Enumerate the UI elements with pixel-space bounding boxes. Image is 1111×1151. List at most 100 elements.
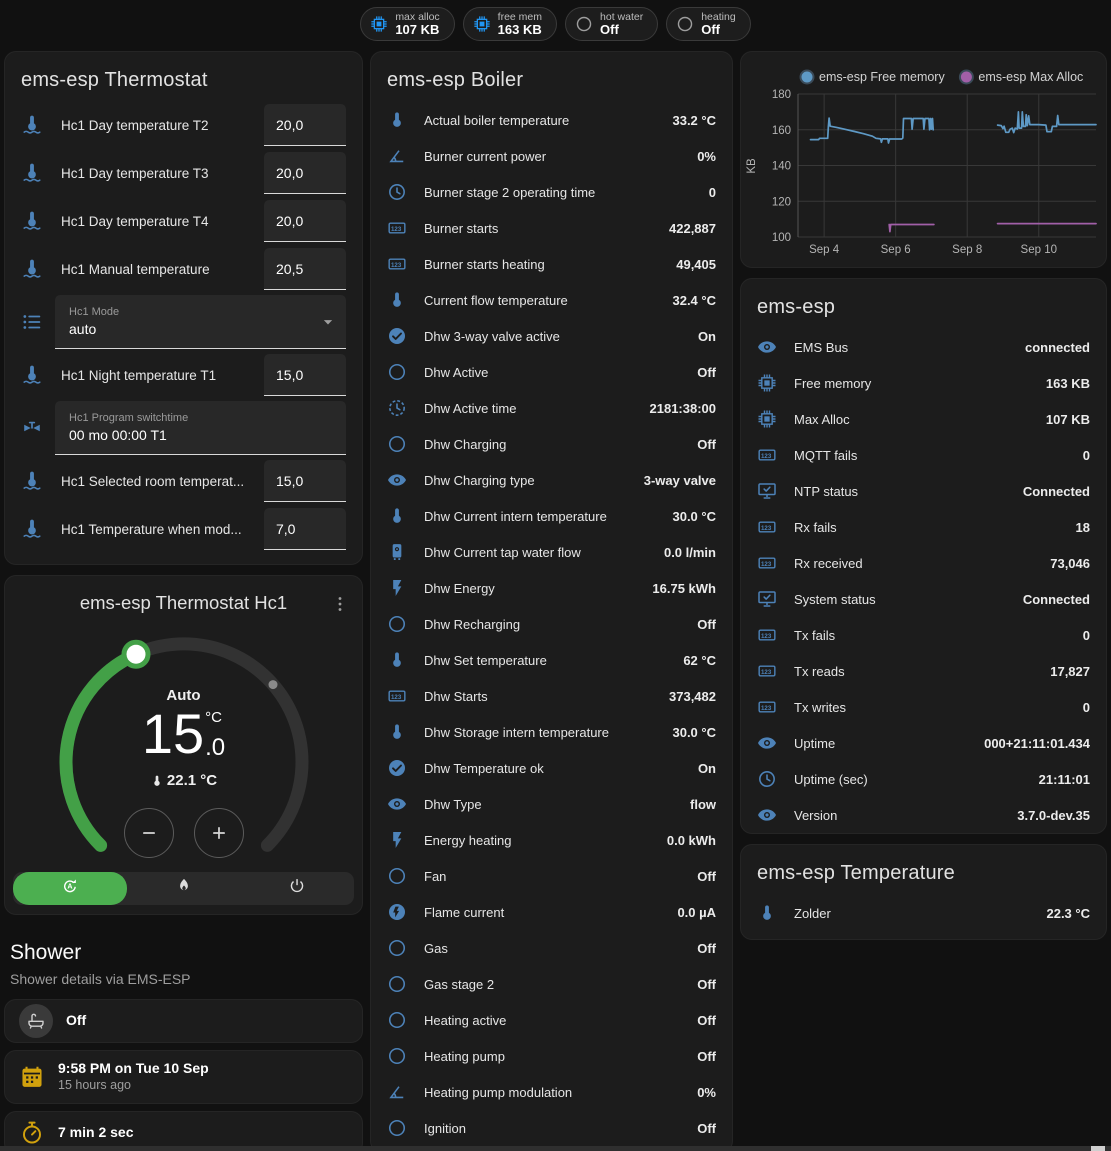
counter-icon: 123 (757, 697, 787, 717)
setting-row: Hc1 Manual temperature20,5 (5, 246, 362, 292)
entity-row[interactable]: Dhw RechargingOff (371, 606, 732, 642)
number-input[interactable]: 7,0 (264, 508, 346, 550)
entity-row[interactable]: Flame current0.0 µA (371, 894, 732, 930)
entity-value: Off (697, 437, 716, 452)
entity-row[interactable]: Dhw Active time2181:38:00 (371, 390, 732, 426)
entity-row[interactable]: Burner current power0% (371, 138, 732, 174)
entity-label: Dhw Charging (417, 437, 697, 452)
number-input[interactable]: 15,0 (264, 354, 346, 396)
legend-item[interactable]: ems-esp Max Alloc (960, 70, 1083, 84)
badge-max-alloc[interactable]: max alloc107 KB (360, 7, 454, 41)
entity-row[interactable]: Zolder22.3 °C (741, 895, 1106, 931)
entity-row[interactable]: Heating pumpOff (371, 1038, 732, 1074)
svg-text:KB: KB (746, 158, 758, 174)
entity-row[interactable]: Dhw Set temperature62 °C (371, 642, 732, 678)
entity-row[interactable]: Dhw Current tap water flow0.0 l/min (371, 534, 732, 570)
entity-row[interactable]: NTP statusConnected (741, 473, 1106, 509)
flash-circle-icon (387, 902, 417, 922)
entity-row[interactable]: Heating pump modulation0% (371, 1074, 732, 1110)
entity-value: 33.2 °C (672, 113, 716, 128)
entity-row[interactable]: Dhw Energy16.75 kWh (371, 570, 732, 606)
entity-row[interactable]: 123Burner starts heating49,405 (371, 246, 732, 282)
entity-row[interactable]: Version3.7.0-dev.35 (741, 797, 1106, 833)
number-input[interactable]: 20,5 (264, 248, 346, 290)
number-input[interactable]: 20,0 (264, 200, 346, 242)
hvac-mode-auto-mode[interactable]: A (13, 872, 127, 905)
entity-row[interactable]: 123Burner starts422,887 (371, 210, 732, 246)
entity-row[interactable]: Dhw 3-way valve activeOn (371, 318, 732, 354)
decrease-temperature-button[interactable] (124, 808, 174, 858)
thermometer-water-icon (21, 210, 55, 232)
number-input[interactable]: 15,0 (264, 460, 346, 502)
caret-down-icon[interactable] (318, 312, 338, 332)
counter-icon: 123 (757, 445, 787, 465)
hvac-mode-flame[interactable] (127, 872, 241, 905)
entity-row[interactable]: Dhw Temperature okOn (371, 750, 732, 786)
number-input[interactable]: 20,0 (264, 152, 346, 194)
eye-icon (387, 794, 417, 814)
increase-temperature-button[interactable] (194, 808, 244, 858)
entity-row[interactable]: System statusConnected (741, 581, 1106, 617)
entity-row[interactable]: Free memory163 KB (741, 365, 1106, 401)
entity-row[interactable]: Energy heating0.0 kWh (371, 822, 732, 858)
setting-label: Hc1 Manual temperature (55, 262, 264, 277)
thermostat-hc1-card: ems-esp Thermostat Hc1 Auto 15 °C .0 (4, 575, 363, 915)
thermometer-water-icon (21, 162, 55, 184)
circle-outline-icon (676, 15, 694, 33)
badge-value: 107 KB (395, 23, 439, 38)
shower-item-card[interactable]: 7 min 2 sec (4, 1111, 363, 1151)
entity-row[interactable]: Max Alloc107 KB (741, 401, 1106, 437)
entity-row[interactable]: 123Tx reads17,827 (741, 653, 1106, 689)
text-input[interactable]: Hc1 Program switchtime00 mo 00:00 T1 (55, 401, 346, 455)
entity-row[interactable]: 123MQTT fails0 (741, 437, 1106, 473)
entity-row[interactable]: Dhw Charging type3-way valve (371, 462, 732, 498)
entity-row[interactable]: 123Rx received73,046 (741, 545, 1106, 581)
entity-row[interactable]: Dhw Current intern temperature30.0 °C (371, 498, 732, 534)
entity-row[interactable]: Dhw ActiveOff (371, 354, 732, 390)
entity-row[interactable]: Dhw Typeflow (371, 786, 732, 822)
hvac-mode-power[interactable] (240, 872, 354, 905)
svg-text:180: 180 (772, 89, 791, 101)
badge-value: 163 KB (498, 23, 542, 38)
entity-value: Off (697, 1013, 716, 1028)
entity-row[interactable]: 123Tx writes0 (741, 689, 1106, 725)
entity-row[interactable]: Uptime (sec)21:11:01 (741, 761, 1106, 797)
dots-vertical-icon[interactable] (326, 590, 354, 623)
entity-row[interactable]: GasOff (371, 930, 732, 966)
shower-item-card[interactable]: 9:58 PM on Tue 10 Sep15 hours ago (4, 1050, 363, 1104)
badge-free-mem[interactable]: free mem163 KB (463, 7, 557, 41)
badge-heating[interactable]: heatingOff (666, 7, 750, 41)
entity-row[interactable]: IgnitionOff (371, 1110, 732, 1146)
entity-row[interactable]: 123Tx fails0 (741, 617, 1106, 653)
entity-row[interactable]: Dhw ChargingOff (371, 426, 732, 462)
number-input[interactable]: 20,0 (264, 104, 346, 146)
chip-icon (370, 15, 388, 33)
entity-label: Flame current (417, 905, 677, 920)
entity-row[interactable]: Uptime000+21:11:01.434 (741, 725, 1106, 761)
entity-row[interactable]: 123Dhw Starts373,482 (371, 678, 732, 714)
entity-label: Heating pump modulation (417, 1085, 697, 1100)
entity-row[interactable]: Heating activeOff (371, 1002, 732, 1038)
badge-value: Off (701, 23, 735, 38)
mode-select[interactable]: Hc1 Modeauto (55, 295, 346, 349)
entity-row[interactable]: FanOff (371, 858, 732, 894)
shower-item-card[interactable]: Off (4, 999, 363, 1043)
entity-row[interactable]: EMS Busconnected (741, 329, 1106, 365)
card-title: ems-esp Temperature (741, 845, 1106, 895)
entity-row[interactable]: Dhw Storage intern temperature30.0 °C (371, 714, 732, 750)
entity-row[interactable]: 123Rx fails18 (741, 509, 1106, 545)
badge-hot-water[interactable]: hot waterOff (565, 7, 658, 41)
entity-row[interactable]: Current flow temperature32.4 °C (371, 282, 732, 318)
entity-row[interactable]: Actual boiler temperature33.2 °C (371, 102, 732, 138)
horizontal-scrollbar[interactable] (0, 1146, 1111, 1151)
entity-value: On (698, 761, 716, 776)
svg-text:123: 123 (761, 453, 772, 460)
dial-handle[interactable] (124, 642, 148, 666)
legend-item[interactable]: ems-esp Free memory (801, 70, 946, 84)
svg-text:ems-esp Max Alloc: ems-esp Max Alloc (978, 70, 1083, 84)
entity-row[interactable]: Burner stage 2 operating time0 (371, 174, 732, 210)
entity-value: 2181:38:00 (650, 401, 717, 416)
entity-row[interactable]: Gas stage 2Off (371, 966, 732, 1002)
entity-label: Tx writes (787, 700, 1083, 715)
svg-text:ems-esp Free memory: ems-esp Free memory (819, 70, 945, 84)
